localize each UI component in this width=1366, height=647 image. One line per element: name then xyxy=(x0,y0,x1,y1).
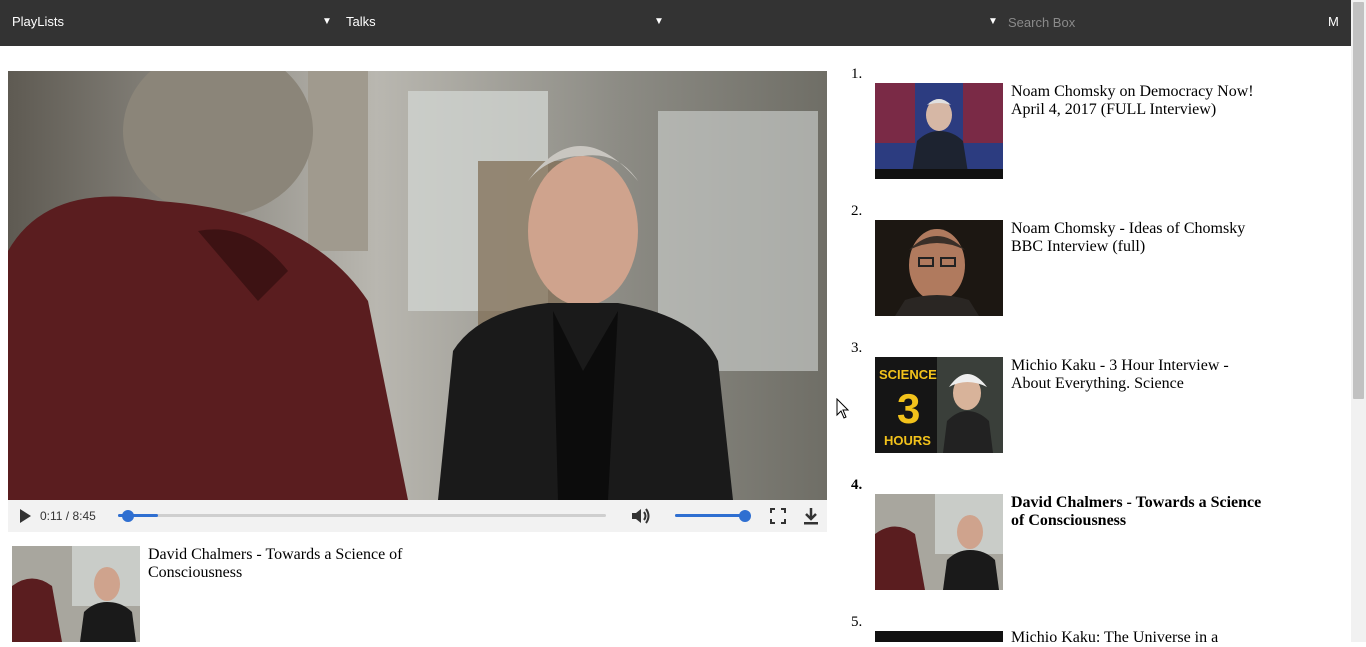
playlists-dropdown[interactable]: PlayLists ▼ xyxy=(12,0,332,46)
thumb-text: 3 xyxy=(897,385,920,432)
playlist-item-thumbnail[interactable] xyxy=(875,494,1003,590)
chevron-down-icon: ▼ xyxy=(654,16,664,27)
vertical-scrollbar[interactable] xyxy=(1351,0,1366,642)
now-playing-thumbnail xyxy=(12,546,140,642)
volume-slider[interactable] xyxy=(675,514,745,517)
playlist-item-title[interactable]: David Chalmers - Towards a Science of Co… xyxy=(1011,494,1266,530)
search-input[interactable] xyxy=(1008,12,1308,32)
playlist-item-title[interactable]: Noam Chomsky - Ideas of Chomsky BBC Inte… xyxy=(1011,220,1266,256)
download-button[interactable] xyxy=(803,507,819,528)
playlist-item-title[interactable]: Michio Kaku - 3 Hour Interview - About E… xyxy=(1011,357,1266,393)
playlist-item-number: 5. xyxy=(851,614,863,630)
playlist-item-number: 1. xyxy=(851,66,863,82)
play-button[interactable] xyxy=(18,508,32,527)
playlist-item-thumbnail[interactable]: SCIENCE 3 HOURS xyxy=(875,357,1003,453)
seek-handle[interactable] xyxy=(122,510,135,522)
seek-bar[interactable] xyxy=(118,514,606,517)
fullscreen-icon xyxy=(770,508,786,524)
download-icon xyxy=(804,508,818,525)
playlist-item-number: 4. xyxy=(851,477,863,493)
chevron-down-icon: ▼ xyxy=(988,16,998,27)
volume-slider-fill xyxy=(675,514,745,517)
playlist-item-number: 3. xyxy=(851,340,863,356)
now-playing-title: David Chalmers - Towards a Science of Co… xyxy=(148,546,403,581)
top-bar: PlayLists ▼ Talks ▼ ▼ M xyxy=(0,0,1351,46)
mute-button[interactable] xyxy=(630,506,652,529)
thumb-text: HOURS xyxy=(884,433,931,448)
chevron-down-icon: ▼ xyxy=(322,16,332,27)
talks-dropdown-label: Talks xyxy=(346,14,376,29)
playlist-item-thumbnail[interactable] xyxy=(875,220,1003,316)
thumb-text: SCIENCE xyxy=(879,367,937,382)
video-still xyxy=(8,71,827,500)
volume-handle[interactable] xyxy=(739,510,751,522)
fullscreen-button[interactable] xyxy=(770,508,786,527)
volume-icon xyxy=(632,508,650,524)
playlist-item-title[interactable]: Michio Kaku: The Universe in a xyxy=(1011,629,1266,647)
talks-dropdown[interactable]: Talks ▼ xyxy=(346,0,664,46)
scrollbar-thumb[interactable] xyxy=(1353,2,1364,399)
playlists-dropdown-label: PlayLists xyxy=(12,14,65,29)
video-controls: 0:11 / 8:45 xyxy=(8,500,827,532)
playlist-item-title[interactable]: Noam Chomsky on Democracy Now! April 4, … xyxy=(1011,83,1266,119)
video-frame[interactable] xyxy=(8,71,827,500)
play-icon xyxy=(20,509,31,523)
menu-button[interactable]: M xyxy=(1328,0,1339,44)
playlist-item-number: 2. xyxy=(851,203,863,219)
time-display: 0:11 / 8:45 xyxy=(40,509,96,523)
mouse-cursor-icon xyxy=(836,398,850,419)
playlist-item-thumbnail[interactable] xyxy=(875,83,1003,179)
playlist-item-thumbnail[interactable] xyxy=(875,631,1003,642)
video-dropdown[interactable]: ▼ xyxy=(680,0,1000,46)
